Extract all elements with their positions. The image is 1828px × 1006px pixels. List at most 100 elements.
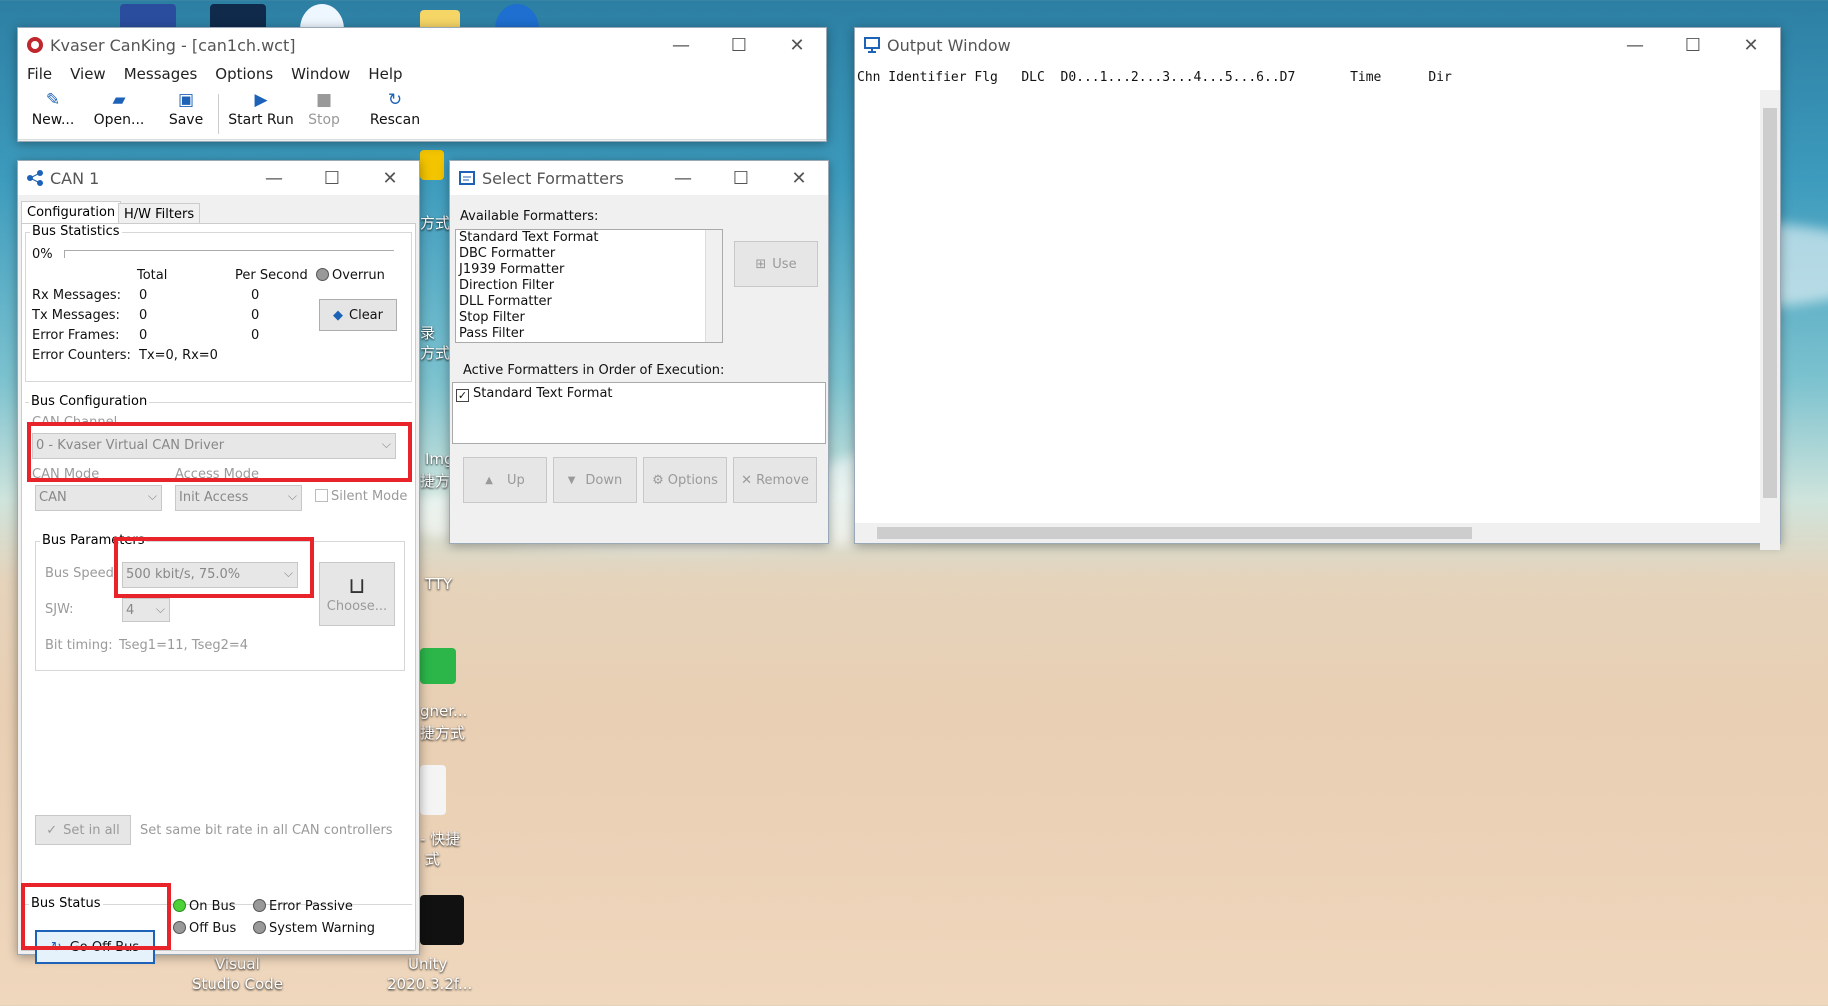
can-channel-select[interactable]: 0 - Kvaser Virtual CAN Driver ⌵ (32, 433, 396, 459)
off-bus-led-icon (173, 921, 186, 934)
refresh-icon: ↻ (50, 939, 62, 955)
set-in-all-button[interactable]: ✓ Set in all (35, 815, 131, 845)
vertical-scrollbar[interactable] (1760, 90, 1780, 550)
formatters-titlebar[interactable]: Select Formatters — ☐ ✕ (450, 161, 828, 195)
minimize-button[interactable]: — (245, 161, 303, 195)
use-button[interactable]: ⊞ Use (734, 241, 818, 287)
options-button[interactable]: ⚙ Options (643, 457, 727, 503)
overrun-indicator: Overrun (316, 268, 385, 283)
use-icon: ⊞ (755, 256, 767, 272)
output-titlebar[interactable]: Output Window — ☐ ✕ (855, 28, 1780, 62)
maximize-button[interactable]: ☐ (712, 161, 770, 195)
kvaser-app-icon (26, 36, 44, 54)
access-mode-select[interactable]: Init Access ⌵ (175, 485, 302, 511)
minimize-button[interactable]: — (654, 161, 712, 195)
menu-file[interactable]: File (18, 62, 61, 86)
list-item[interactable]: DLL Formatter (456, 294, 722, 310)
available-formatters-list[interactable]: Standard Text Format DBC Formatter J1939… (455, 229, 723, 343)
close-button[interactable]: ✕ (770, 161, 828, 195)
error-passive-led-icon (253, 899, 266, 912)
chevron-down-icon: ⌵ (287, 489, 297, 503)
output-window: Output Window — ☐ ✕ Chn Identifier Flg D… (854, 27, 1781, 550)
clear-button[interactable]: ◆ Clear (319, 299, 397, 331)
list-item[interactable]: Direction Filter (456, 278, 722, 294)
main-window: Kvaser CanKing - [can1ch.wct] — ☐ ✕ File… (17, 27, 827, 142)
can1-window: CAN 1 — ☐ ✕ Configuration H/W Filters Bu… (17, 160, 420, 964)
can-mode-label: CAN Mode (32, 467, 100, 482)
chevron-down-icon: ⌵ (155, 602, 165, 616)
can1-titlebar[interactable]: CAN 1 — ☐ ✕ (18, 161, 419, 195)
desktop-icon-unity[interactable] (420, 895, 464, 945)
on-bus-led-icon (173, 899, 186, 912)
rescan-button[interactable]: ↻ Rescan (368, 90, 422, 128)
floppy-icon: ▣ (177, 90, 195, 110)
menu-help[interactable]: Help (359, 62, 411, 86)
close-button[interactable]: ✕ (768, 28, 826, 62)
menu-options[interactable]: Options (206, 62, 282, 86)
output-title: Output Window (887, 35, 1011, 55)
checkbox-checked-icon: ✓ (456, 389, 469, 402)
remove-button[interactable]: ✕ Remove (733, 457, 817, 503)
choose-button[interactable]: ⊔ Choose... (319, 562, 395, 626)
bus-statistics-group: Bus Statistics 0% Total Per Second Overr… (25, 224, 412, 382)
list-item[interactable]: ✓ Standard Text Format (453, 383, 825, 402)
save-button[interactable]: ▣ Save (166, 90, 206, 128)
desktop-icon-file[interactable] (420, 765, 446, 815)
silent-mode-checkbox[interactable]: Silent Mode (315, 489, 407, 504)
tab-configuration[interactable]: Configuration (21, 201, 122, 223)
close-button[interactable]: ✕ (361, 161, 419, 195)
list-item[interactable]: DBC Formatter (456, 246, 722, 262)
minimize-button[interactable]: — (652, 28, 710, 62)
list-item[interactable]: Stop Filter (456, 310, 722, 326)
up-button[interactable]: ▲ Up (463, 457, 547, 503)
desktop-icon-green[interactable] (420, 648, 456, 684)
menu-messages[interactable]: Messages (115, 62, 207, 86)
active-formatters-list[interactable]: ✓ Standard Text Format (452, 382, 826, 444)
bus-parameters-title: Bus Parameters (40, 533, 147, 548)
start-run-button[interactable]: ▶ Start Run (228, 90, 294, 128)
maximize-button[interactable]: ☐ (1664, 28, 1722, 62)
list-item[interactable]: Standard Text Format (456, 230, 722, 246)
menu-view[interactable]: View (61, 62, 115, 86)
tx-label: Tx Messages: (32, 308, 120, 323)
monitor-icon (863, 36, 881, 54)
access-mode-label: Access Mode (175, 467, 260, 482)
list-item[interactable]: Pass Filter (456, 326, 722, 342)
chevron-down-icon: ⌵ (147, 489, 157, 503)
tab-hw-filters[interactable]: H/W Filters (118, 203, 201, 225)
menu-window[interactable]: Window (282, 62, 359, 86)
open-button[interactable]: ▰ Open... (92, 90, 146, 128)
scrollbar-thumb[interactable] (877, 527, 1472, 539)
available-formatters-label: Available Formatters: (460, 209, 599, 224)
maximize-button[interactable]: ☐ (303, 161, 361, 195)
down-button[interactable]: ▼ Down (553, 457, 637, 503)
bus-configuration-title: Bus Configuration (29, 394, 150, 409)
maximize-button[interactable]: ☐ (710, 28, 768, 62)
scrollbar-thumb[interactable] (1763, 108, 1777, 498)
error-frames-per-second: 0 (251, 328, 260, 343)
main-titlebar[interactable]: Kvaser CanKing - [can1ch.wct] — ☐ ✕ (18, 28, 826, 62)
bus-speed-select[interactable]: 500 kbit/s, 75.0% ⌵ (122, 562, 298, 588)
stop-button[interactable]: ■ Stop (306, 90, 342, 128)
rx-label: Rx Messages: (32, 288, 121, 303)
chevron-down-icon: ⌵ (381, 437, 391, 451)
formatter-icon (458, 169, 476, 187)
list-item[interactable]: J1939 Formatter (456, 262, 722, 278)
bus-load-percent: 0% (32, 247, 53, 262)
sjw-select[interactable]: 4 ⌵ (122, 598, 170, 622)
desktop-label: 方式 (420, 214, 451, 232)
toolbar-separator (218, 94, 219, 134)
desktop-label: TTY (425, 575, 453, 593)
close-button[interactable]: ✕ (1722, 28, 1780, 62)
minimize-button[interactable]: — (1606, 28, 1664, 62)
go-off-bus-button[interactable]: ↻ Go Off Bus (35, 930, 155, 964)
new-button[interactable]: ✎ New... (28, 90, 78, 128)
horizontal-scrollbar[interactable] (855, 523, 1760, 543)
system-warning-led-icon (253, 921, 266, 934)
can-mode-select[interactable]: CAN ⌵ (35, 485, 162, 511)
list-scrollbar[interactable] (705, 230, 722, 342)
desktop-icon-pdf[interactable] (420, 150, 444, 180)
desktop-label: 捷方 (420, 472, 451, 490)
refresh-icon: ↻ (387, 90, 403, 110)
set-same-bitrate-text: Set same bit rate in all CAN controllers (140, 823, 393, 838)
